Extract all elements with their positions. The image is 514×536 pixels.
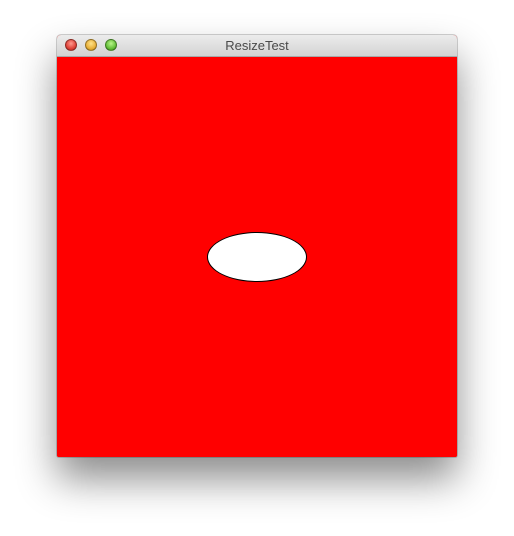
window-title: ResizeTest (225, 38, 289, 53)
canvas-area (57, 57, 457, 457)
title-bar[interactable]: ResizeTest (57, 35, 457, 57)
app-window: ResizeTest (57, 35, 457, 457)
ellipse-shape (207, 232, 307, 282)
